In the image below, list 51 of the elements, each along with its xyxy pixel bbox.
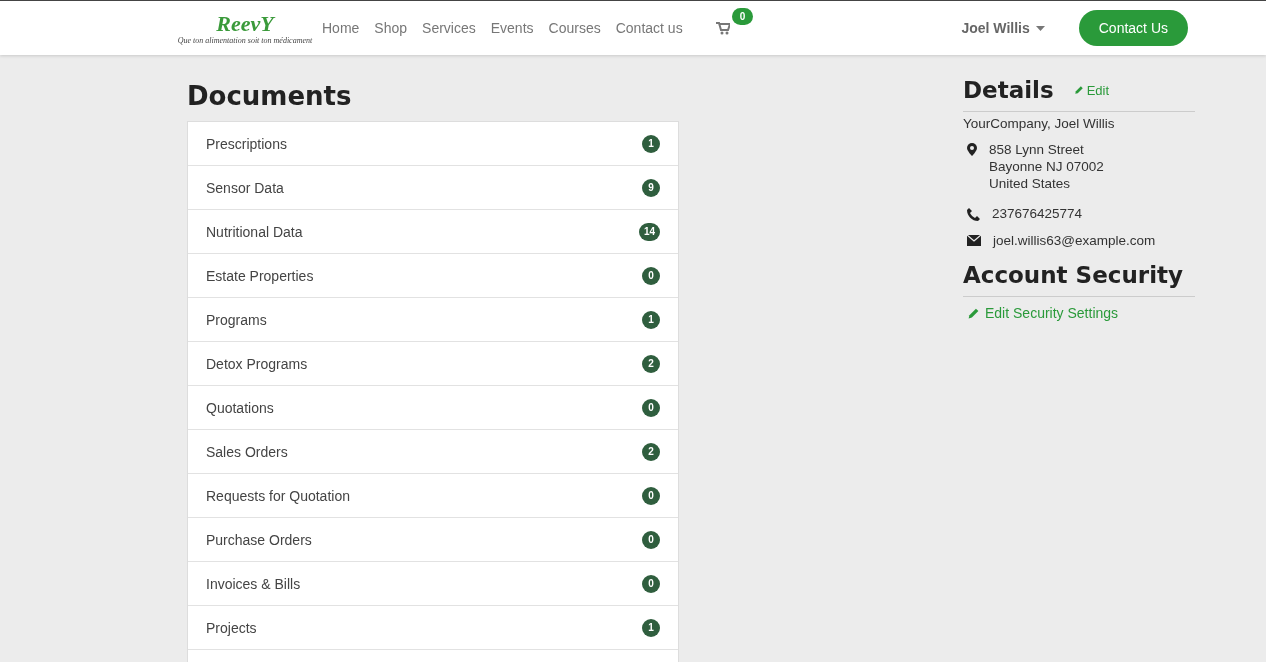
nav-link[interactable]: Shop [374,20,408,36]
count-badge: 2 [642,442,660,461]
envelope-icon [967,235,981,246]
address-line: Bayonne NJ 07002 [989,158,1104,175]
logo[interactable]: ReevY [216,11,274,36]
document-item[interactable]: Programs 1 [188,298,678,342]
document-item[interactable]: Quotations 0 [188,386,678,430]
location-pin-icon [967,143,977,156]
cart-count: 0 [731,7,754,25]
email-address: joel.willis63@example.com [993,233,1156,248]
count-badge: 0 [642,398,660,417]
phone-icon [967,208,980,221]
document-item[interactable]: Nutritional Data 14 [188,210,678,254]
address-line: 858 Lynn Street [989,141,1085,158]
count-badge: 1 [642,310,660,329]
count-badge: 1 [642,618,660,637]
count-badge: 0 [642,486,660,505]
nav-link[interactable]: Courses [548,20,601,36]
user-menu[interactable]: Joel Willis [961,20,1045,36]
caret-icon [1035,25,1045,31]
document-item[interactable]: Prescriptions 1 [188,122,678,166]
document-item[interactable]: Detox Programs 2 [188,342,678,386]
company-name: YourCompany, Joel Willis [963,116,1116,131]
document-item[interactable]: Requests for Quotation 0 [188,474,678,518]
contact-us-button[interactable]: Contact Us [1078,10,1188,46]
count-badge: 0 [642,530,660,549]
document-item[interactable]: Sales Orders 2 [188,430,678,474]
page-title: Documents [187,81,353,111]
pencil-icon [1073,85,1084,95]
cart-icon[interactable] [715,21,730,35]
count-badge: 0 [642,266,660,285]
count-badge: 9 [642,178,660,197]
address-line: United States [989,175,1072,192]
document-item[interactable]: Invoices & Bills 0 [188,562,678,606]
count-badge: 14 [638,222,660,241]
nav-link[interactable]: Services [422,20,476,36]
count-badge: 1 [642,134,660,153]
section-title: Account Security [963,262,1183,288]
nav-link[interactable]: Contact us [615,20,683,36]
phone-number: 237676425774 [992,206,1083,221]
document-item[interactable]: Purchase Orders 0 [188,518,678,562]
pencil-icon [967,306,980,320]
nav-link[interactable]: Home [322,20,360,36]
nav-link[interactable]: Events [490,20,534,36]
document-item[interactable]: Projects 1 [188,606,678,650]
count-badge: 0 [642,574,660,593]
logo-tagline: Que ton alimentation soit ton médicament [177,35,313,45]
section-title: Details [963,77,1054,103]
document-item[interactable]: Estate Properties 0 [188,254,678,298]
count-badge: 2 [642,354,660,373]
document-item[interactable]: Sensor Data 9 [188,166,678,210]
